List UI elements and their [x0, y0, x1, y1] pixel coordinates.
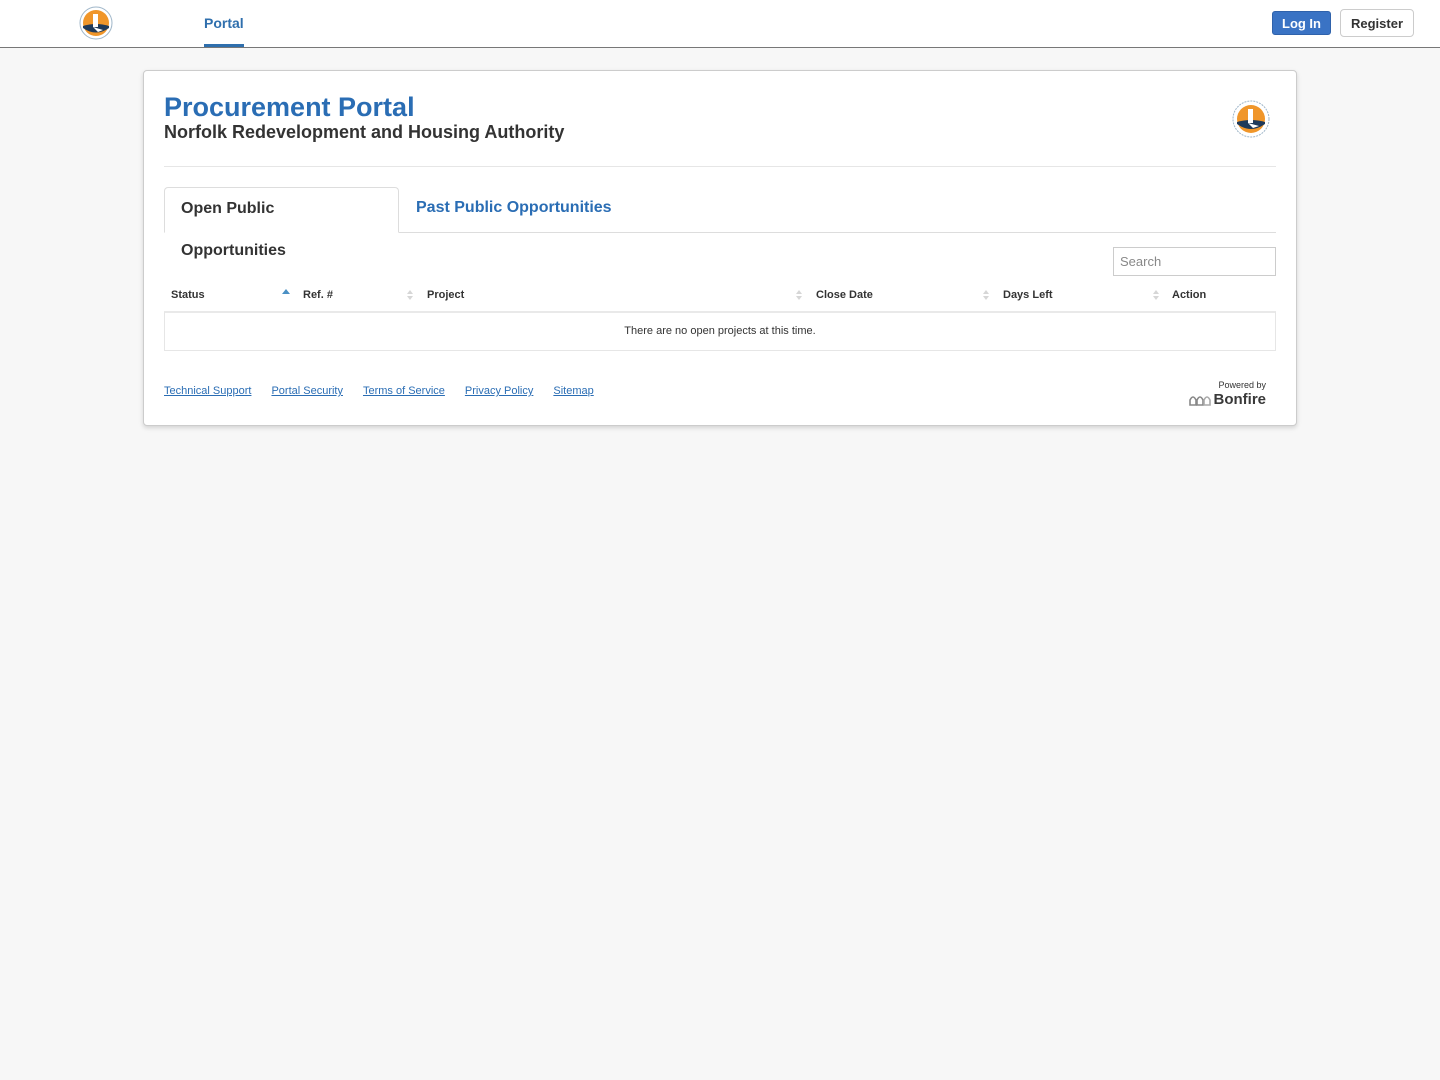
procurement-portal-card: Procurement Portal Norfolk Redevelopment…	[143, 70, 1297, 426]
log-in-button[interactable]: Log In	[1272, 11, 1331, 35]
top-navigation-bar: Portal Log In Register	[0, 0, 1440, 48]
column-label: Days Left	[1003, 289, 1053, 301]
sort-icon[interactable]	[981, 287, 991, 303]
bonfire-brand: Bonfire	[1213, 391, 1267, 408]
powered-by-label: Powered by	[1218, 380, 1266, 390]
technical-support-link[interactable]: Technical Support	[164, 385, 251, 397]
column-header-close-date[interactable]: Close Date	[816, 283, 873, 311]
privacy-policy-link[interactable]: Privacy Policy	[465, 385, 533, 397]
register-button[interactable]: Register	[1340, 9, 1414, 37]
opportunity-tabs: Open Public Opportunities Past Public Op…	[164, 187, 1276, 259]
column-header-project[interactable]: Project	[427, 283, 464, 311]
active-nav-indicator	[204, 44, 244, 47]
organization-name: Norfolk Redevelopment and Housing Author…	[164, 122, 565, 142]
tab-open-public-opportunities[interactable]: Open Public Opportunities	[164, 187, 399, 259]
powered-by-bonfire[interactable]: Powered by Bonfire	[1188, 380, 1267, 408]
empty-table-message: There are no open projects at this time.	[164, 312, 1276, 351]
bonfire-logo-icon	[1188, 396, 1211, 406]
page-title: Procurement Portal	[164, 92, 415, 122]
column-label: Action	[1172, 289, 1207, 301]
search-input[interactable]	[1113, 247, 1276, 276]
column-header-days-left[interactable]: Days Left	[1003, 283, 1053, 311]
footer-links: Technical Support Portal Security Terms of…	[164, 385, 614, 397]
nrha-logo-icon[interactable]	[79, 6, 113, 40]
column-header-ref[interactable]: Ref. #	[303, 283, 333, 311]
column-header-action: Action	[1172, 283, 1206, 311]
nav-portal-label: Portal	[204, 15, 244, 31]
nrha-logo-icon	[1232, 100, 1270, 138]
terms-of-service-link[interactable]: Terms of Service	[363, 385, 445, 397]
column-label: Status	[171, 289, 205, 301]
column-label: Project	[427, 289, 465, 301]
column-header-status[interactable]: Status	[171, 283, 205, 311]
sort-icon[interactable]	[1151, 287, 1161, 303]
tab-past-public-opportunities[interactable]: Past Public Opportunities	[400, 187, 628, 232]
column-label: Close Date	[816, 289, 873, 301]
table-header: Status Ref. # Project Close Date Days Le…	[164, 283, 1276, 313]
header-divider	[164, 166, 1276, 167]
sort-icon[interactable]	[794, 287, 804, 303]
sort-icon[interactable]	[405, 287, 415, 303]
portal-security-link[interactable]: Portal Security	[271, 385, 343, 397]
nav-portal-link[interactable]: Portal	[204, 0, 244, 47]
sitemap-link[interactable]: Sitemap	[553, 385, 593, 397]
sort-ascending-icon[interactable]	[281, 287, 291, 303]
column-label: Ref. #	[303, 289, 333, 301]
